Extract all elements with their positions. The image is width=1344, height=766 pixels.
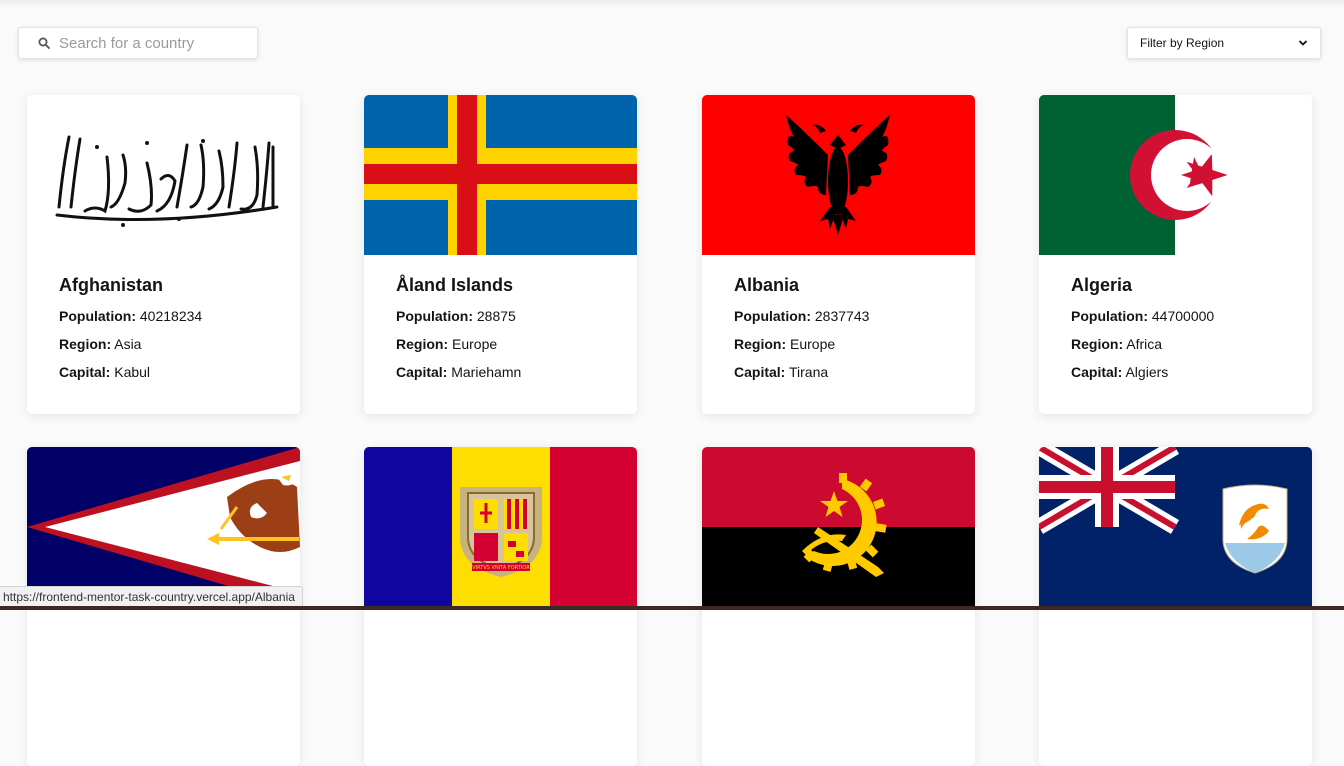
- chevron-down-icon: [1298, 36, 1308, 50]
- country-name: Albania: [734, 275, 800, 295]
- top-shadow: [0, 0, 1344, 8]
- capital-row: Capital: Mariehamn: [396, 364, 522, 380]
- region-row: Region: Europe: [396, 336, 498, 352]
- flag-anguilla: [1039, 447, 1312, 607]
- flag-albania: [702, 95, 975, 255]
- flag-afghanistan: [27, 95, 300, 255]
- country-name: Afghanistan: [59, 275, 164, 295]
- status-bar-url: https://frontend-mentor-task-country.ver…: [0, 586, 303, 608]
- flag-american-samoa: [27, 447, 300, 607]
- population-row: Population: 40218234: [59, 308, 203, 324]
- flag-aland-islands: [364, 95, 637, 255]
- capital-row: Capital: Kabul: [59, 364, 151, 380]
- population-row: Population: 28875: [396, 308, 516, 324]
- flag-algeria: [1039, 95, 1312, 255]
- country-card-afghanistan[interactable]: Afghanistan Population: 40218234 Region:…: [27, 95, 300, 414]
- region-row: Region: Africa: [1071, 336, 1163, 352]
- svg-text:VIRTVS VNITA FORTIOR: VIRTVS VNITA FORTIOR: [472, 565, 530, 571]
- country-name: Åland Islands: [396, 275, 514, 295]
- flag-andorra: VIRTVS VNITA FORTIOR: [364, 447, 637, 607]
- country-card-albania[interactable]: Albania Population: 2837743 Region: Euro…: [702, 95, 975, 414]
- population-row: Population: 44700000: [1071, 308, 1215, 324]
- region-filter-dropdown[interactable]: Filter by Region: [1127, 27, 1321, 59]
- taskbar-edge: [0, 606, 1344, 610]
- search-box[interactable]: [18, 27, 258, 59]
- filter-label: Filter by Region: [1140, 36, 1225, 50]
- search-input[interactable]: [59, 34, 239, 52]
- flag-angola: [702, 447, 975, 607]
- country-name: Algeria: [1071, 275, 1133, 295]
- capital-row: Capital: Algiers: [1071, 364, 1169, 380]
- search-icon: [36, 35, 52, 51]
- capital-row: Capital: Tirana: [734, 364, 829, 380]
- region-row: Region: Asia: [59, 336, 142, 352]
- country-card-aland-islands[interactable]: Åland Islands Population: 28875 Region: …: [364, 95, 637, 414]
- country-card-algeria[interactable]: Algeria Population: 44700000 Region: Afr…: [1039, 95, 1312, 414]
- region-row: Region: Europe: [734, 336, 836, 352]
- population-row: Population: 2837743: [734, 308, 870, 324]
